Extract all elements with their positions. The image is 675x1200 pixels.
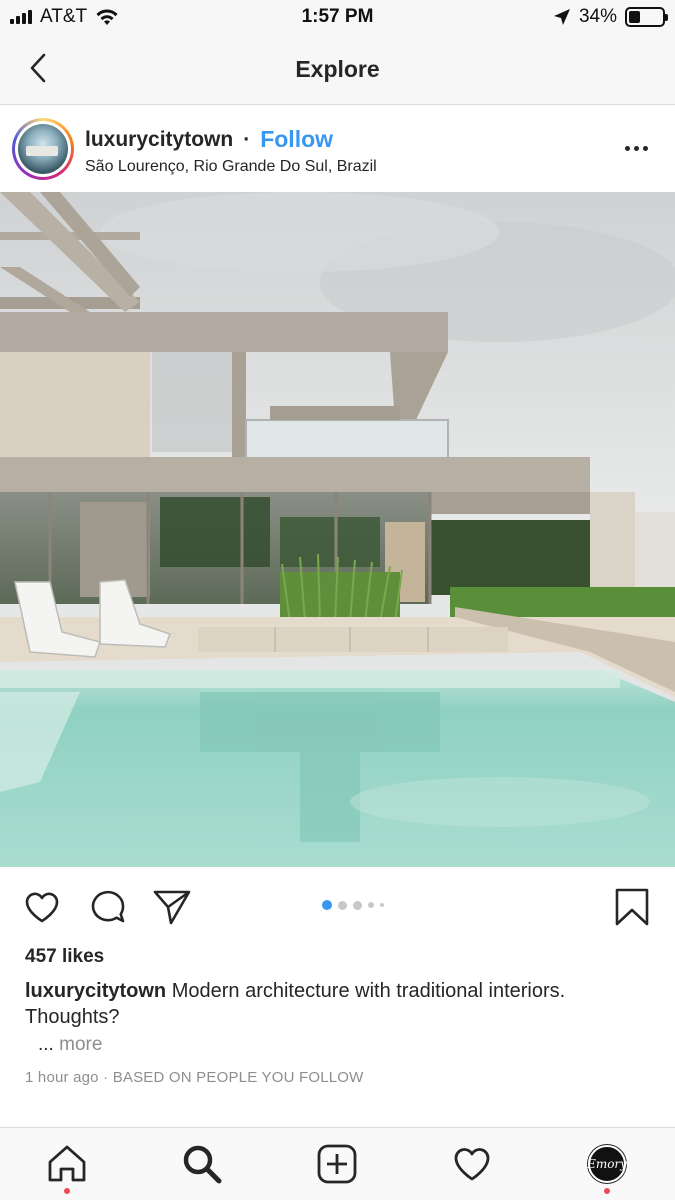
recommendation-reason: BASED ON PEOPLE YOU FOLLOW bbox=[112, 1069, 364, 1086]
battery-icon bbox=[625, 7, 668, 27]
carousel-dot bbox=[379, 903, 384, 907]
follow-button[interactable]: Follow bbox=[260, 126, 333, 153]
post-caption: luxurycitytown Modern architecture with … bbox=[25, 978, 645, 1030]
navigation-header: Explore bbox=[0, 36, 675, 105]
post-meta: 1 hour ago · BASED ON PEOPLE YOU FOLLOW bbox=[25, 1069, 364, 1086]
add-icon[interactable] bbox=[315, 1142, 359, 1186]
user-avatar[interactable] bbox=[12, 118, 74, 180]
battery-fill bbox=[629, 11, 640, 23]
avatar-image bbox=[18, 124, 68, 174]
likes-count[interactable]: 457 likes bbox=[25, 946, 104, 968]
carousel-dot bbox=[337, 900, 347, 910]
status-right: 34% bbox=[553, 6, 668, 28]
location-arrow-icon bbox=[553, 9, 570, 25]
meta-separator: · bbox=[103, 1069, 109, 1086]
carousel-dot bbox=[367, 902, 374, 908]
post-user-line: luxurycitytown · Follow bbox=[85, 126, 333, 153]
battery-percent: 34% bbox=[578, 6, 617, 27]
post-header: luxurycitytown · Follow São Lourenço, Ri… bbox=[0, 106, 675, 192]
status-bar: AT&T 1:57 PM 34% bbox=[0, 0, 675, 36]
post-timestamp: 1 hour ago bbox=[25, 1069, 99, 1086]
carousel-dot bbox=[321, 900, 332, 910]
post-photo[interactable] bbox=[0, 192, 675, 867]
separator-dot: · bbox=[243, 127, 251, 151]
ellipsis-icon[interactable] bbox=[625, 138, 653, 158]
page-title: Explore bbox=[295, 56, 380, 82]
carousel-indicator bbox=[0, 900, 675, 910]
activity-icon[interactable] bbox=[450, 1142, 494, 1186]
caption-username[interactable]: luxurycitytown bbox=[25, 980, 166, 1002]
more-link[interactable]: ... more bbox=[38, 1034, 102, 1056]
more-ellipsis: ... bbox=[38, 1034, 54, 1055]
profile-notification-dot bbox=[604, 1188, 610, 1194]
more-label[interactable]: more bbox=[59, 1034, 102, 1055]
bottom-tab-bar: Emory bbox=[0, 1127, 675, 1200]
home-icon[interactable] bbox=[45, 1142, 89, 1186]
search-icon[interactable] bbox=[180, 1142, 224, 1186]
home-notification-dot bbox=[64, 1188, 70, 1194]
post-location[interactable]: São Lourenço, Rio Grande Do Sul, Brazil bbox=[85, 158, 377, 176]
profile-avatar[interactable]: Emory bbox=[585, 1142, 629, 1186]
profile-signature: Emory bbox=[587, 1145, 627, 1183]
post-username[interactable]: luxurycitytown bbox=[85, 128, 233, 152]
carousel-dot bbox=[352, 900, 362, 910]
